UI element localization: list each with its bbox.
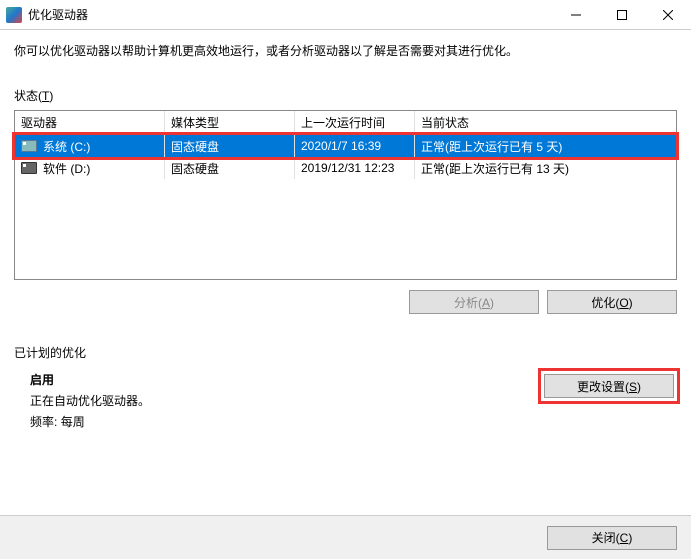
schedule-info: 启用 正在自动优化驱动器。 频率: 每周 <box>14 371 541 434</box>
cell-lastrun: 2019/12/31 12:23 <box>295 157 415 179</box>
cell-current: 正常(距上次运行已有 5 天) <box>415 135 676 157</box>
cell-media: 固态硬盘 <box>165 135 295 157</box>
optimize-button[interactable]: 优化(O) <box>547 290 677 314</box>
column-lastrun[interactable]: 上一次运行时间 <box>295 111 415 134</box>
column-media[interactable]: 媒体类型 <box>165 111 295 134</box>
table-row[interactable]: 软件 (D:) 固态硬盘 2019/12/31 12:23 正常(距上次运行已有… <box>15 157 676 179</box>
description-text: 你可以优化驱动器以帮助计算机更高效地运行，或者分析驱动器以了解是否需要对其进行优… <box>14 42 677 59</box>
drives-grid: 驱动器 媒体类型 上一次运行时间 当前状态 系统 (C:) 固态硬盘 2020/… <box>14 110 677 280</box>
schedule-desc: 正在自动优化驱动器。 <box>30 392 541 409</box>
schedule-frequency: 频率: 每周 <box>30 413 541 430</box>
cell-media: 固态硬盘 <box>165 157 295 179</box>
column-current[interactable]: 当前状态 <box>415 111 676 134</box>
grid-header: 驱动器 媒体类型 上一次运行时间 当前状态 <box>15 111 676 135</box>
analyze-button[interactable]: 分析(A) <box>409 290 539 314</box>
minimize-icon <box>571 10 581 20</box>
action-buttons: 分析(A) 优化(O) <box>14 290 677 314</box>
schedule-block: 启用 正在自动优化驱动器。 频率: 每周 更改设置(S) <box>14 371 677 434</box>
schedule-actions: 更改设置(S) <box>541 371 677 434</box>
table-row[interactable]: 系统 (C:) 固态硬盘 2020/1/7 16:39 正常(距上次运行已有 5… <box>15 135 676 157</box>
maximize-icon <box>617 10 627 20</box>
drive-icon <box>21 140 37 152</box>
close-window-button[interactable] <box>645 0 691 30</box>
titlebar: 优化驱动器 <box>0 0 691 30</box>
drive-icon <box>21 162 37 174</box>
cell-drive: 系统 (C:) <box>43 138 90 155</box>
window-title: 优化驱动器 <box>28 6 553 23</box>
status-label: 状态(T) <box>14 87 677 104</box>
change-settings-button[interactable]: 更改设置(S) <box>544 374 674 398</box>
column-drive[interactable]: 驱动器 <box>15 111 165 134</box>
schedule-enabled-label: 启用 <box>30 373 54 387</box>
cell-current: 正常(距上次运行已有 13 天) <box>415 157 676 179</box>
cell-lastrun: 2020/1/7 16:39 <box>295 135 415 157</box>
minimize-button[interactable] <box>553 0 599 30</box>
cell-drive: 软件 (D:) <box>43 160 90 177</box>
maximize-button[interactable] <box>599 0 645 30</box>
close-button[interactable]: 关闭(C) <box>547 526 677 550</box>
schedule-title: 已计划的优化 <box>14 344 677 361</box>
main-content: 你可以优化驱动器以帮助计算机更高效地运行，或者分析驱动器以了解是否需要对其进行优… <box>0 30 691 434</box>
app-icon <box>6 7 22 23</box>
footer: 关闭(C) <box>0 515 691 559</box>
grid-body: 系统 (C:) 固态硬盘 2020/1/7 16:39 正常(距上次运行已有 5… <box>15 135 676 179</box>
close-icon <box>663 10 673 20</box>
